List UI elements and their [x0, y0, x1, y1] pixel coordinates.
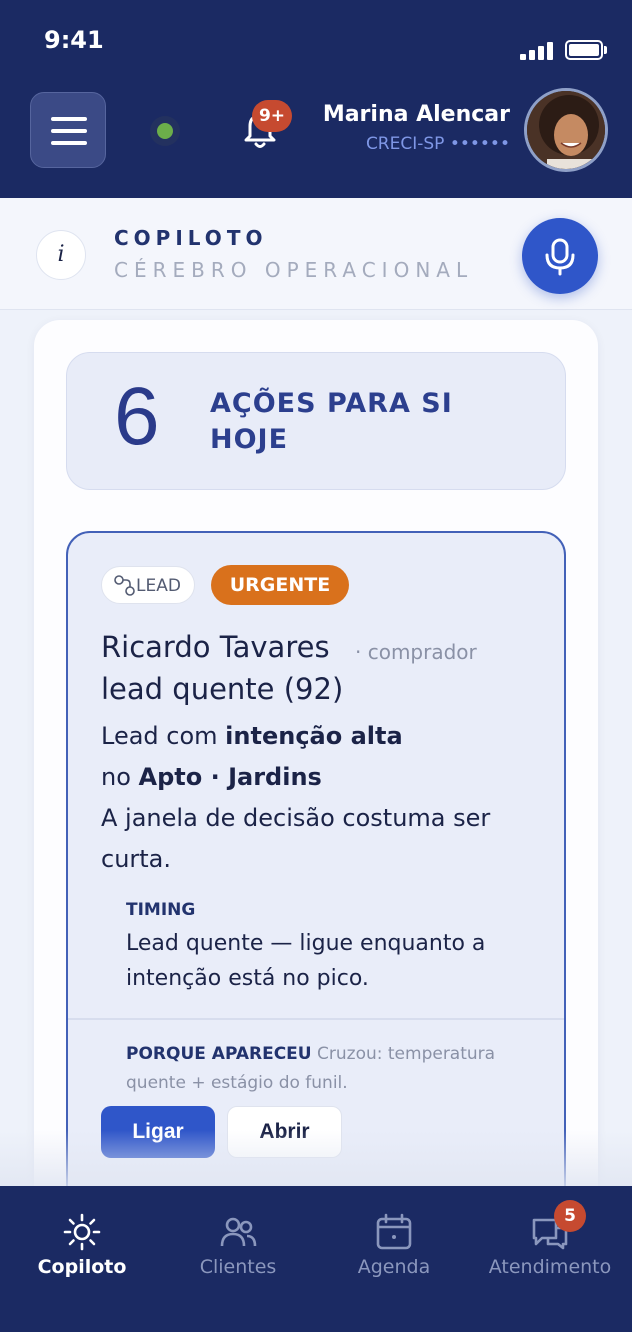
timing-text-2: intenção está no pico. [126, 966, 369, 991]
lead-intent-value: intenção alta [225, 722, 403, 750]
info-button[interactable]: i [36, 230, 86, 280]
timing-text-1: Lead quente — ligue enquanto a [126, 931, 486, 956]
lead-score: lead quente (92) [101, 672, 344, 706]
nav-atendimento[interactable]: Atendimento [471, 1186, 629, 1306]
nav-clientes[interactable]: Clientes [159, 1186, 317, 1306]
nav-label-agenda: Agenda [357, 1256, 431, 1278]
actions-label: AÇÕES PARA SI HOJE [210, 388, 453, 455]
notifications-badge: 9+ [252, 100, 292, 132]
urgent-badge: URGENTE [211, 565, 349, 605]
lead-intent-line: Lead com intenção alta [101, 722, 403, 750]
nav-label-copiloto: Copiloto [37, 1256, 127, 1278]
calendar-icon [376, 1213, 412, 1250]
menu-button[interactable] [30, 92, 106, 168]
nav-copiloto[interactable]: Copiloto [3, 1186, 161, 1306]
divider [68, 1018, 564, 1020]
user-name: Marina Alencar [322, 102, 510, 127]
why-title: PORQUE APARECEU [126, 1044, 312, 1064]
status-time: 9:41 [44, 26, 104, 54]
actions-count: 6 [114, 371, 160, 462]
scroll-fade [0, 1130, 632, 1190]
lead-type-label: LEAD [136, 576, 181, 596]
lead-property-prefix: no [101, 763, 139, 791]
lead-property-line: no Apto · Jardins [101, 763, 322, 791]
lead-property-value: Apto · Jardins [138, 763, 322, 791]
nav-agenda[interactable]: Agenda [315, 1186, 473, 1306]
lead-name: Ricardo Tavares [101, 630, 330, 664]
copilot-title: COPILOTO [114, 226, 268, 250]
lead-intent-prefix: Lead com [101, 722, 226, 750]
why-appeared: PORQUE APARECEU Cruzou: temperatura quen… [126, 1040, 546, 1098]
atendimento-badge: 5 [554, 1200, 586, 1232]
sun-icon [63, 1213, 101, 1251]
microphone-button[interactable] [522, 218, 598, 294]
battery-icon [565, 40, 607, 60]
lead-note-line-1: A janela de decisão costuma ser [101, 804, 491, 832]
microphone-icon [545, 238, 575, 276]
user-license: CRECI-SP •••••• [365, 134, 510, 154]
avatar[interactable] [524, 88, 608, 172]
signal-icon [520, 40, 554, 60]
lead-note-line-2: curta. [101, 845, 172, 873]
nav-label-clientes: Clientes [199, 1256, 277, 1278]
lead-role: · comprador [355, 640, 477, 664]
timing-title: TIMING [126, 900, 196, 920]
nav-label-atendimento: Atendimento [488, 1256, 612, 1278]
copilot-subtitle: CÉREBRO OPERACIONAL [114, 258, 474, 282]
users-icon [220, 1217, 257, 1247]
online-status-icon [150, 116, 180, 146]
